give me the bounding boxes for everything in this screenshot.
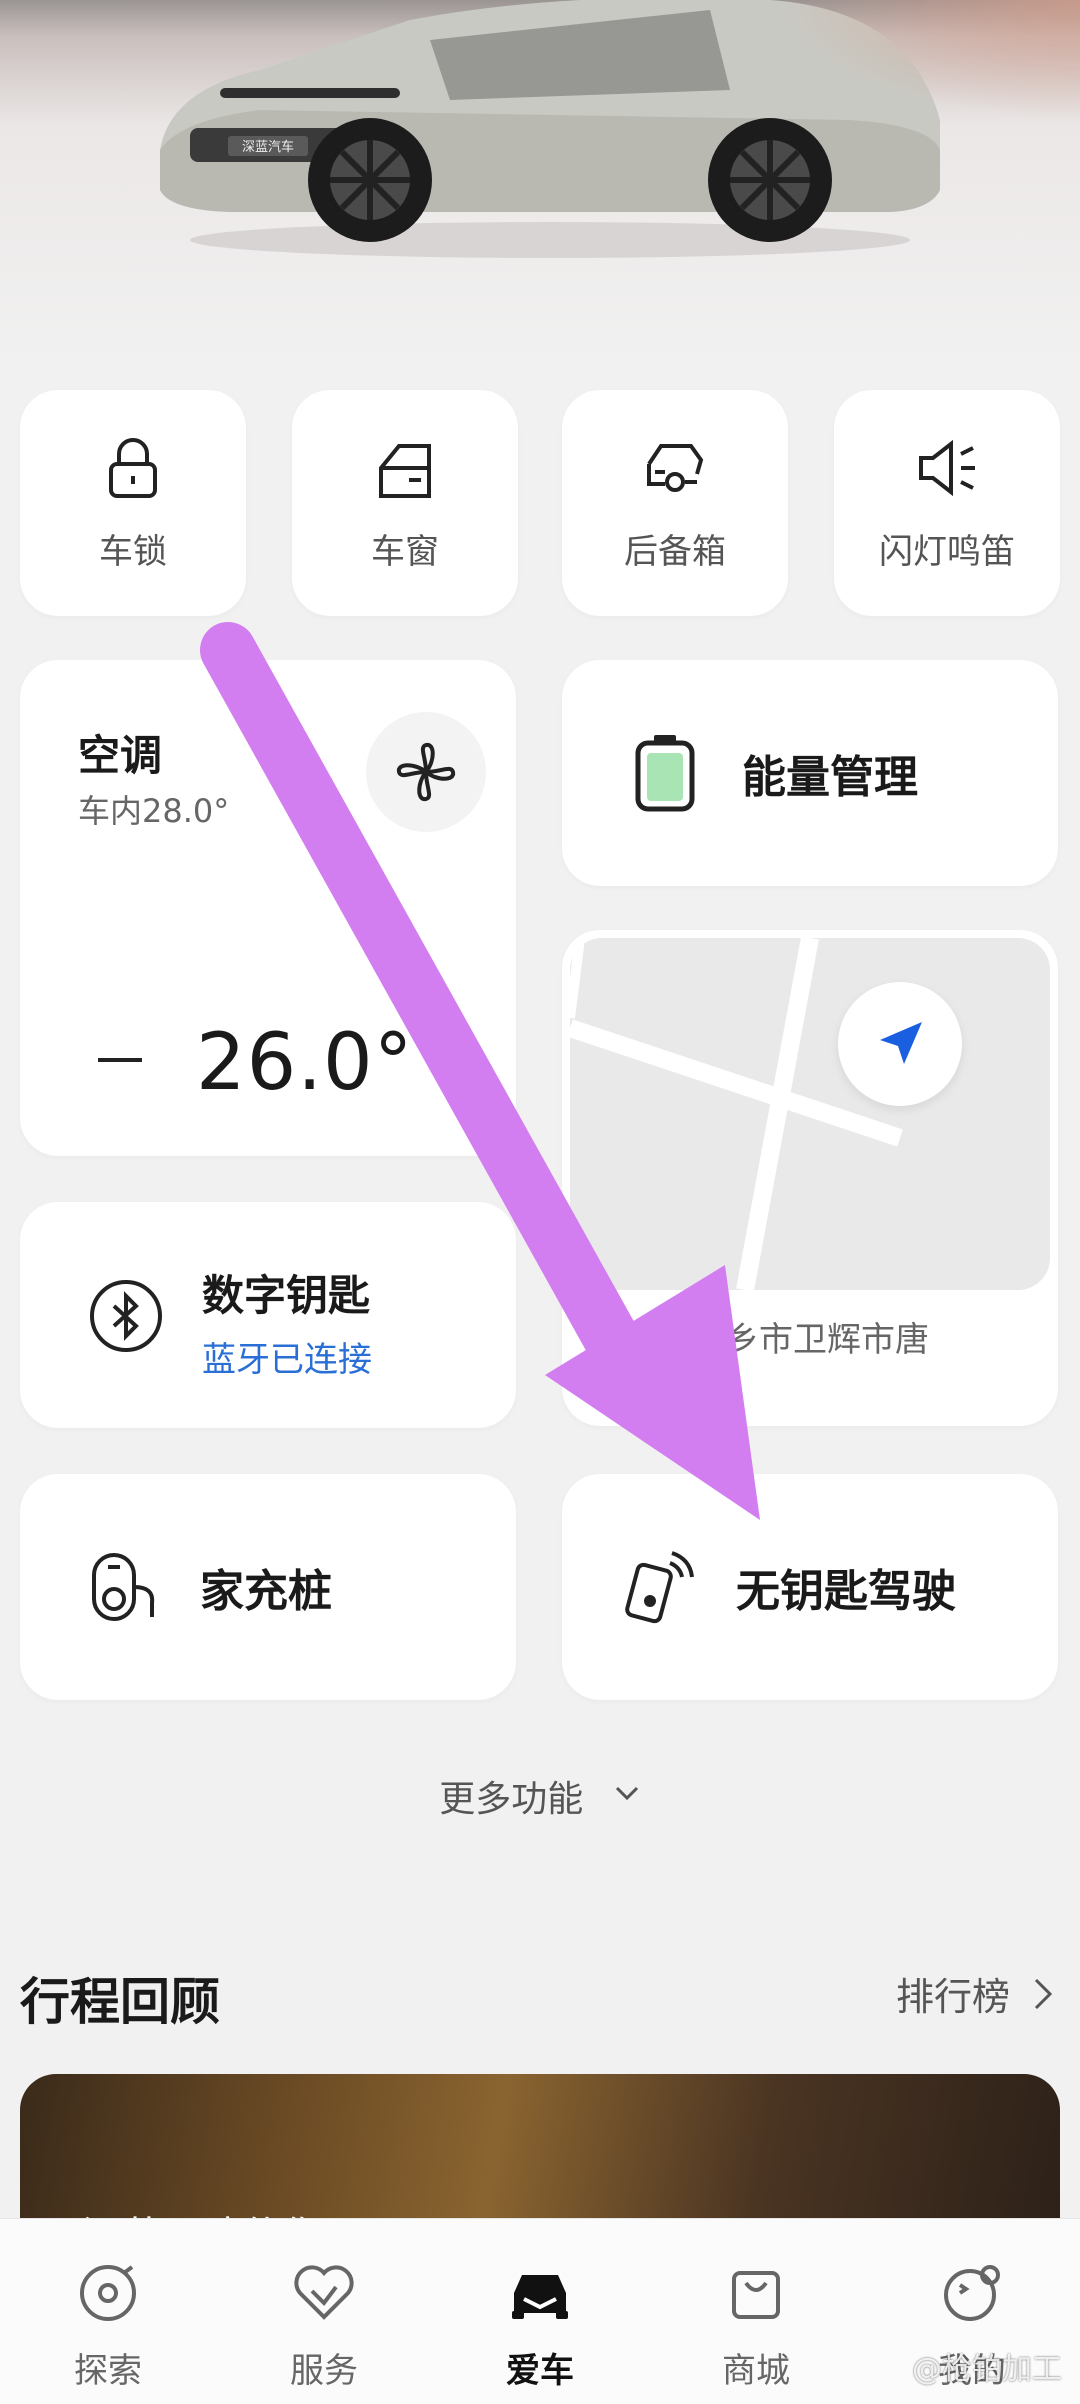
service-icon	[294, 2265, 354, 2320]
quick-action-label: 车窗	[371, 531, 439, 572]
nav-shop[interactable]: 商城	[648, 2219, 864, 2404]
nav-label: 商城	[722, 2351, 790, 2391]
navigation-arrow-icon	[880, 1022, 922, 1064]
quick-action-window[interactable]: 车窗	[292, 390, 518, 616]
more-features-button[interactable]: 更多功能	[0, 1770, 1080, 1822]
hero-car-banner: 深蓝汽车	[0, 0, 1080, 360]
quick-action-trunk[interactable]: 后备箱	[562, 390, 788, 616]
watermark: @枪铂加工	[912, 2352, 1062, 2387]
bluetooth-status: 蓝牙已连接	[202, 1340, 372, 1380]
climate-card[interactable]: 空调 车内28.0° 26.0°	[20, 660, 516, 1156]
home-charger-label: 家充桩	[200, 1566, 332, 1617]
map-card[interactable]: 新乡市卫辉市唐	[562, 930, 1058, 1426]
quick-action-horn-light[interactable]: 闪灯鸣笛	[834, 390, 1060, 616]
digital-key-title: 数字钥匙	[202, 1271, 371, 1320]
nav-explore[interactable]: 探索	[0, 2219, 216, 2404]
interior-temp: 车内28.0°	[78, 792, 230, 830]
bluetooth-icon	[90, 1280, 162, 1352]
nav-label: 爱车	[506, 2351, 574, 2391]
leaderboard-label: 排行榜	[895, 1975, 1010, 2019]
mini-map[interactable]	[570, 938, 1050, 1290]
fan-button[interactable]	[366, 712, 486, 832]
map-roads	[570, 938, 903, 1290]
energy-card[interactable]: 能量管理	[562, 660, 1058, 886]
trunk-icon	[647, 443, 704, 492]
phone-key-icon	[625, 1551, 694, 1624]
climate-title: 空调	[78, 731, 163, 780]
nav-label: 服务	[290, 2351, 358, 2391]
car-icon	[512, 2275, 568, 2319]
temp-increase-button-vertical	[454, 1038, 458, 1082]
keyless-driving-card[interactable]: 无钥匙驾驶	[562, 1474, 1058, 1700]
nav-service[interactable]: 服务	[216, 2219, 432, 2404]
car-image: 深蓝汽车	[160, 0, 940, 258]
quick-action-lock[interactable]: 车锁	[20, 390, 246, 616]
set-temperature: 26.0°	[196, 1018, 414, 1108]
charger-icon	[92, 1553, 155, 1621]
trip-review-title: 行程回顾	[20, 1973, 220, 2031]
brand-plate: 深蓝汽车	[242, 139, 294, 155]
quick-action-label: 闪灯鸣笛	[879, 531, 1015, 572]
energy-label: 能量管理	[742, 752, 918, 803]
chevron-down-icon	[615, 1786, 638, 1801]
lock-icon	[109, 437, 157, 498]
explore-icon	[80, 2265, 136, 2321]
keyless-driving-label: 无钥匙驾驶	[736, 1566, 956, 1617]
temp-decrease-button[interactable]	[98, 1058, 142, 1062]
nav-car[interactable]: 爱车	[432, 2219, 648, 2404]
home-charger-card[interactable]: 家充桩	[20, 1474, 516, 1700]
shop-icon	[732, 2271, 780, 2319]
car-window-icon	[379, 443, 431, 498]
fan-icon	[396, 742, 456, 802]
digital-key-card[interactable]: 数字钥匙 蓝牙已连接	[20, 1202, 516, 1428]
location-text: 新乡市卫辉市唐	[691, 1320, 929, 1360]
horn-light-icon	[919, 439, 975, 496]
quick-action-label: 车锁	[99, 531, 167, 572]
leaderboard-link[interactable]: 排行榜	[896, 1966, 1058, 2021]
nav-label: 探索	[74, 2351, 142, 2391]
quick-action-label: 后备箱	[624, 531, 726, 572]
profile-icon	[944, 2265, 1000, 2321]
battery-icon	[635, 735, 695, 812]
locate-button[interactable]	[838, 982, 962, 1106]
more-features-label: 更多功能	[439, 1779, 584, 1820]
chevron-right-icon	[1034, 1978, 1053, 2009]
car-app-home: 深蓝汽车 车锁 车窗 后备箱 闪灯鸣笛 空调 车内28.0° 26.0° 能量管…	[0, 0, 1080, 2404]
